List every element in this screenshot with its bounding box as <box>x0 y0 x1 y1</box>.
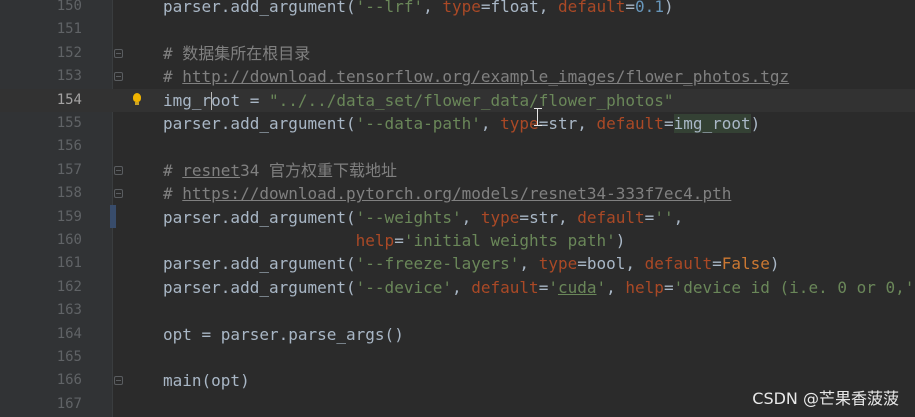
comment-link[interactable]: https://download.pytorch.org/models/resn… <box>182 184 731 203</box>
code-text: parser.add_argument('--freeze-layers', t… <box>163 254 780 274</box>
watermark: CSDN @芒果香菠菠 <box>752 389 899 408</box>
code-line: 153 # http://download.tensorflow.org/exa… <box>0 65 915 88</box>
code-text: parser.add_argument('--data-path', type=… <box>163 114 761 133</box>
line-number: 167 <box>56 395 82 412</box>
line-number: 165 <box>56 349 82 365</box>
line-number: 152 <box>56 44 82 61</box>
line-number: 159 <box>56 208 82 225</box>
comment-link[interactable]: http://download.tensorflow.org/example_i… <box>182 67 789 86</box>
comment-text: # http://download.tensorflow.org/example… <box>163 67 790 87</box>
code-line: 160 help='initial weights path') <box>0 229 915 252</box>
code-text: opt = parser.parse_args() <box>163 324 404 344</box>
comment-text: # resnet34 官方权重下载地址 <box>163 160 397 180</box>
comment-text: # https://download.pytorch.org/models/re… <box>163 184 732 204</box>
line-number: 151 <box>56 21 82 38</box>
code-text: img_root = "../../data_set/flower_data/f… <box>163 90 674 111</box>
line-number: 153 <box>56 68 82 85</box>
fold-marker-icon[interactable] <box>114 376 123 386</box>
code-line: 158 # https://download.pytorch.org/model… <box>0 182 915 205</box>
code-line: 157 # resnet34 官方权重下载地址 <box>0 159 915 182</box>
mouse-ibeam-icon <box>534 108 542 126</box>
line-number: 154 <box>56 91 82 108</box>
code-line: 164 opt = parser.parse_args() <box>0 323 915 346</box>
line-number: 155 <box>56 115 82 131</box>
lightbulb-icon[interactable] <box>131 93 143 107</box>
code-text: help='initial weights path') <box>355 231 626 250</box>
code-text: parser.add_argument('--device', default=… <box>163 277 915 297</box>
code-line: 150 parser.add_argument('--lrf', type=fl… <box>0 0 915 18</box>
line-number: 163 <box>56 302 82 319</box>
line-number: 162 <box>56 278 82 295</box>
fold-marker-icon[interactable] <box>114 189 123 199</box>
fold-marker-icon[interactable] <box>114 72 123 82</box>
line-number: 161 <box>56 255 82 272</box>
line-number: 160 <box>56 232 82 248</box>
code-line: 165 <box>0 346 915 369</box>
code-line: 159 parser.add_argument('--weights', typ… <box>0 206 915 229</box>
line-number: 156 <box>56 138 82 155</box>
line-number: 150 <box>56 0 82 14</box>
code-line: 163 <box>0 299 915 322</box>
code-text: parser.add_argument('--weights', type=st… <box>163 207 684 227</box>
code-line: 155 parser.add_argument('--data-path', t… <box>0 112 915 135</box>
code-line: 161 parser.add_argument('--freeze-layers… <box>0 252 915 275</box>
code-line: 152 # 数据集所在根目录 <box>0 42 915 65</box>
fold-marker-icon[interactable] <box>114 48 123 58</box>
code-text: main(opt) <box>163 371 250 391</box>
line-number: 157 <box>56 161 82 178</box>
code-line: 156 <box>0 135 915 158</box>
code-line: 151 <box>0 18 915 41</box>
line-number: 158 <box>56 185 82 202</box>
code-line: 162 parser.add_argument('--device', defa… <box>0 276 915 299</box>
code-text: parser.add_argument('--lrf', type=float,… <box>163 0 674 16</box>
code-editor[interactable]: 150 parser.add_argument('--lrf', type=fl… <box>0 0 915 417</box>
line-number: 164 <box>56 325 82 342</box>
comment-text: # 数据集所在根目录 <box>163 43 311 63</box>
fold-marker-icon[interactable] <box>114 165 123 175</box>
line-number: 166 <box>56 372 82 389</box>
